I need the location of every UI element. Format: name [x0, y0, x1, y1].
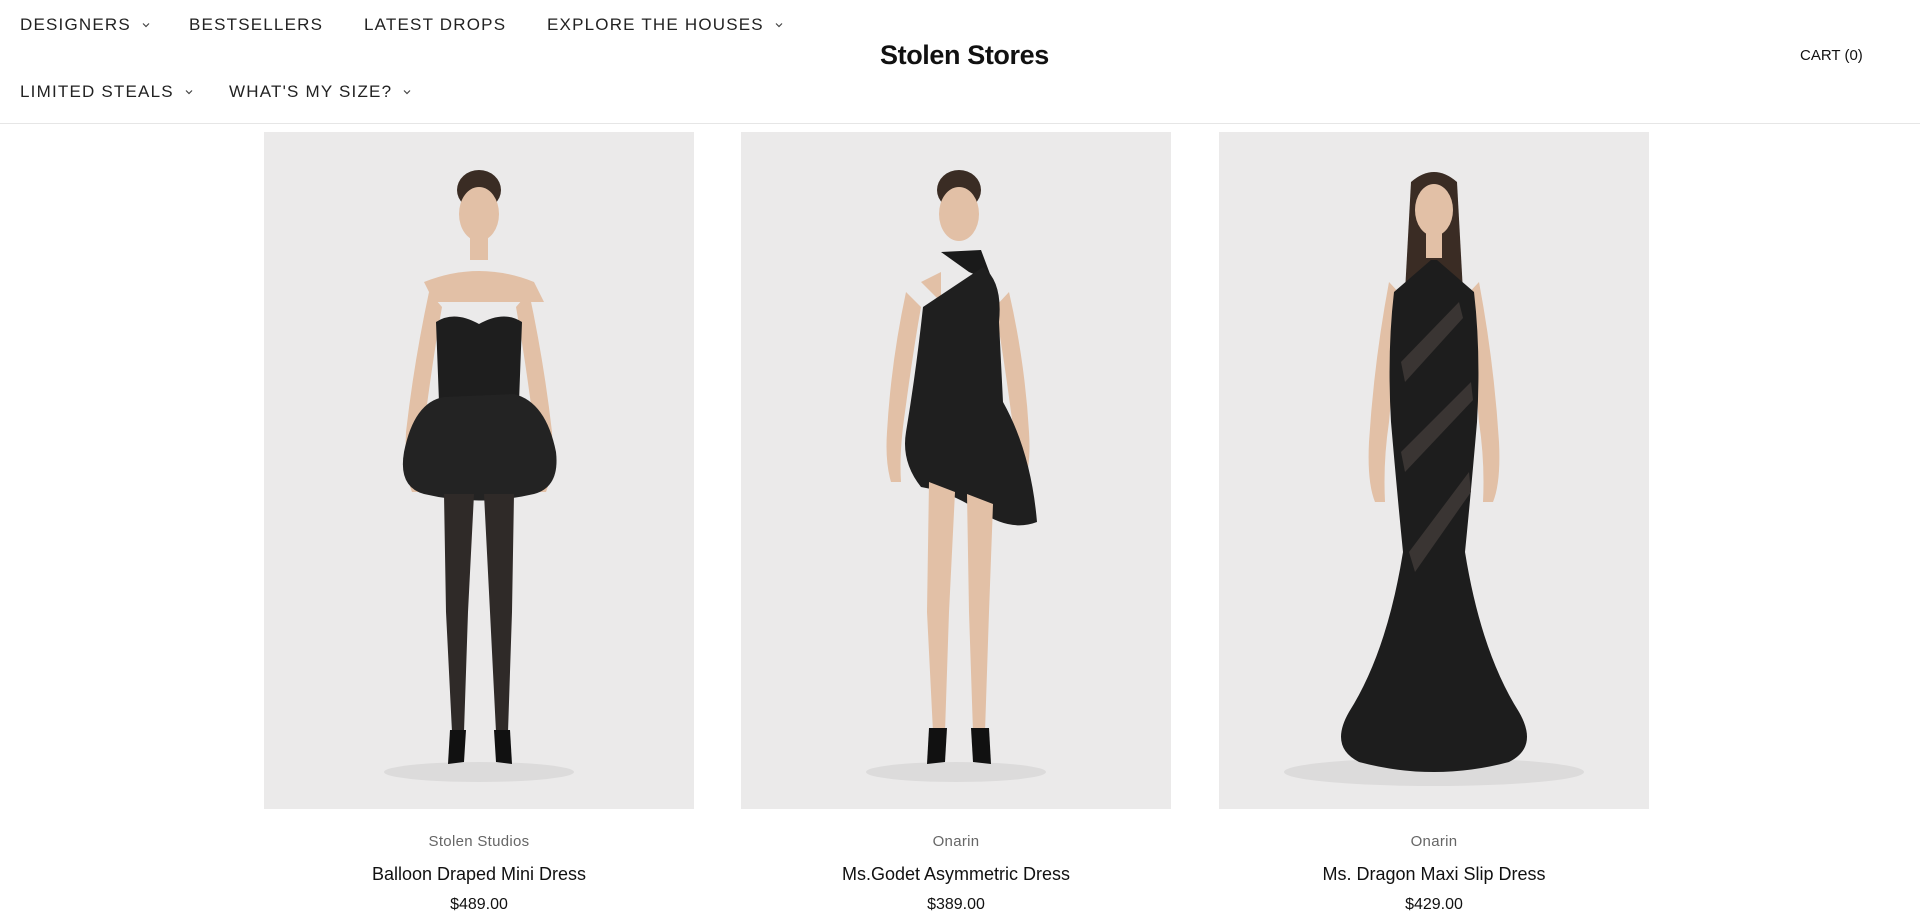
product-price: $489.00: [450, 896, 508, 913]
nav-explore-the-houses[interactable]: EXPLORE THE HOUSES: [547, 15, 784, 35]
nav-designers[interactable]: DESIGNERS: [20, 15, 151, 35]
product-image[interactable]: [1219, 132, 1649, 809]
product-name[interactable]: Ms.Godet Asymmetric Dress: [741, 863, 1171, 885]
chevron-down-icon: [402, 87, 412, 97]
product-brand[interactable]: Onarin: [1219, 833, 1649, 851]
product-card[interactable]: Stolen Studios Balloon Draped Mini Dress…: [264, 132, 694, 915]
nav-label: DESIGNERS: [20, 15, 131, 34]
nav-label: EXPLORE THE HOUSES: [547, 15, 764, 34]
site-logo[interactable]: Stolen Stores: [880, 40, 1049, 71]
product-image[interactable]: [264, 132, 694, 809]
cart-link[interactable]: CART (0): [1800, 47, 1863, 64]
product-brand[interactable]: Onarin: [741, 833, 1171, 851]
nav-label: LIMITED STEALS: [20, 82, 174, 101]
nav-bestsellers[interactable]: BESTSELLERS: [189, 15, 323, 35]
product-card[interactable]: Onarin Ms. Dragon Maxi Slip Dress $429.0…: [1219, 132, 1649, 915]
chevron-down-icon: [774, 20, 784, 30]
product-price: $429.00: [1405, 896, 1463, 913]
product-image[interactable]: [741, 132, 1171, 809]
product-brand[interactable]: Stolen Studios: [264, 833, 694, 851]
product-card[interactable]: Onarin Ms.Godet Asymmetric Dress $389.00: [741, 132, 1171, 915]
nav-whats-my-size[interactable]: WHAT'S MY SIZE?: [229, 82, 412, 102]
product-name[interactable]: Ms. Dragon Maxi Slip Dress: [1219, 863, 1649, 885]
nav-limited-steals[interactable]: LIMITED STEALS: [20, 82, 194, 102]
nav-label: WHAT'S MY SIZE?: [229, 82, 393, 101]
product-name[interactable]: Balloon Draped Mini Dress: [264, 863, 694, 885]
nav-label: LATEST DROPS: [364, 15, 507, 34]
product-price: $389.00: [927, 896, 985, 913]
chevron-down-icon: [184, 87, 194, 97]
site-header: DESIGNERS BESTSELLERS LATEST DROPS EXPLO…: [0, 0, 1920, 124]
nav-label: BESTSELLERS: [189, 15, 324, 34]
nav-latest-drops[interactable]: LATEST DROPS: [364, 15, 506, 35]
chevron-down-icon: [141, 20, 151, 30]
